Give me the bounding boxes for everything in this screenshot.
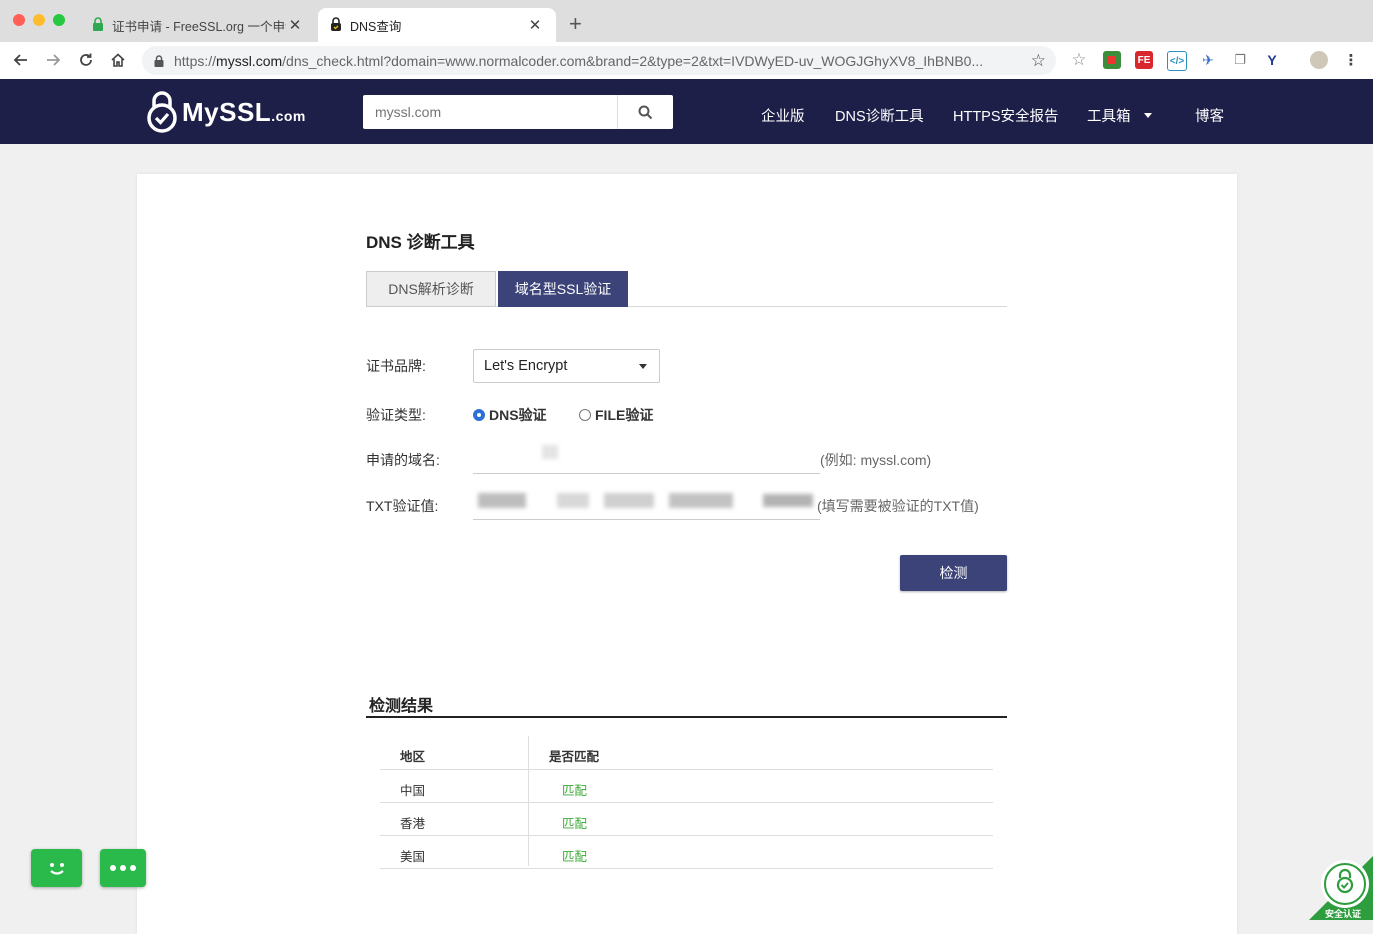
tab-dns-resolve[interactable]: DNS解析诊断	[366, 271, 496, 307]
site-logo[interactable]: MySSL.com	[146, 91, 306, 133]
arrow-right-icon	[47, 54, 61, 66]
badge-text: 安全认证	[1325, 909, 1362, 919]
site-search	[363, 95, 673, 129]
nav-enterprise[interactable]: 企业版	[761, 105, 805, 126]
chevron-down-icon[interactable]	[1144, 113, 1152, 118]
bookmarks-star-icon[interactable]: ☆	[1070, 50, 1088, 69]
nav-toolbox[interactable]: 工具箱	[1087, 105, 1131, 126]
tab-title: DNS查询	[350, 19, 402, 34]
reload-icon	[80, 53, 92, 66]
site-search-button[interactable]	[616, 95, 673, 129]
nav-dns-tool[interactable]: DNS诊断工具	[835, 105, 924, 126]
window-minimize-button[interactable]	[33, 14, 45, 26]
arrow-left-icon	[13, 54, 27, 66]
table-row: 中国 匹配	[380, 770, 993, 803]
window-close-button[interactable]	[13, 14, 25, 26]
browser-tab-dns[interactable]: DNS查询 ✕	[318, 8, 556, 42]
lock-favicon-icon	[92, 16, 104, 34]
page-title: DNS 诊断工具	[366, 233, 475, 252]
forward-button[interactable]	[42, 49, 64, 71]
myssl-favicon-icon	[330, 16, 342, 34]
match-status: 匹配	[562, 850, 588, 864]
nav-blog[interactable]: 博客	[1195, 105, 1224, 126]
new-tab-button[interactable]: +	[569, 12, 582, 36]
radio-unchecked-icon[interactable]	[579, 409, 591, 421]
tab-close-icon[interactable]: ✕	[286, 16, 304, 34]
home-icon	[111, 53, 125, 67]
chatbot-button[interactable]	[31, 849, 82, 887]
browser-tab-bar: 证书申请 - FreeSSL.org 一个申请 ✕ DNS查询 ✕ +	[0, 0, 1373, 42]
url-text[interactable]: https://myssl.com/dns_check.html?domain=…	[174, 53, 1014, 69]
extension-window-icon[interactable]: ❐	[1231, 51, 1249, 69]
extension-y-icon[interactable]: Y	[1263, 51, 1281, 69]
table-row: 美国 匹配	[380, 836, 993, 869]
tab-ssl-verify[interactable]: 域名型SSL验证	[498, 271, 628, 307]
chat-dots-icon	[110, 865, 136, 871]
check-button[interactable]: 检测	[900, 555, 1007, 591]
redacted-domain	[542, 445, 558, 459]
site-header: MySSL.com 企业版 DNS诊断工具 HTTPS安全报告 工具箱 博客	[0, 79, 1373, 144]
lock-logo-icon	[147, 91, 177, 133]
profile-avatar[interactable]	[1310, 51, 1328, 69]
tab-title: 证书申请 - FreeSSL.org 一个申请	[112, 19, 286, 34]
extension-plane-icon[interactable]: ✈	[1199, 51, 1217, 69]
type-label: 验证类型:	[366, 407, 426, 423]
site-search-input[interactable]	[363, 95, 617, 129]
txt-hint: (填写需要被验证的TXT值)	[817, 498, 979, 514]
match-status: 匹配	[562, 784, 588, 798]
redacted-txt	[669, 493, 733, 508]
browser-tab-freessl[interactable]: 证书申请 - FreeSSL.org 一个申请 ✕	[80, 8, 316, 42]
table-row: 香港 匹配	[380, 803, 993, 836]
reload-button[interactable]	[75, 49, 97, 71]
results-title: 检测结果	[369, 698, 434, 715]
domain-label: 申请的域名:	[366, 452, 440, 468]
radio-dns[interactable]: DNS验证	[473, 405, 547, 425]
tab-close-icon[interactable]: ✕	[526, 16, 544, 34]
redacted-txt	[604, 493, 654, 508]
menu-kebab-icon[interactable]: ⋮	[1342, 51, 1360, 69]
radio-checked-icon[interactable]	[473, 409, 485, 421]
domain-input[interactable]	[473, 438, 820, 474]
extension-code-icon[interactable]: </>	[1167, 51, 1187, 71]
redacted-txt	[478, 493, 526, 508]
extension-colorful-icon[interactable]	[1103, 51, 1121, 69]
bookmark-star-icon[interactable]: ☆	[1031, 51, 1046, 71]
back-button[interactable]	[10, 49, 32, 71]
home-button[interactable]	[107, 49, 129, 71]
table-header-row: 地区 是否匹配	[380, 736, 993, 770]
lock-icon[interactable]	[152, 54, 166, 67]
brand-label: 证书品牌:	[366, 358, 426, 374]
caret-down-icon	[639, 364, 647, 369]
redacted-txt	[763, 494, 813, 507]
address-bar[interactable]: https://myssl.com/dns_check.html?domain=…	[142, 46, 1056, 75]
nav-https-report[interactable]: HTTPS安全报告	[953, 105, 1059, 126]
txt-label: TXT验证值:	[366, 498, 439, 514]
brand-select-value: Let's Encrypt	[484, 358, 568, 374]
extension-fe-icon[interactable]: FE	[1135, 51, 1153, 69]
search-icon	[638, 105, 652, 119]
security-badge[interactable]: 安全认证	[1309, 856, 1373, 920]
column-region: 地区	[400, 750, 426, 764]
column-match: 是否匹配	[549, 750, 600, 764]
chat-button[interactable]	[100, 849, 146, 887]
browser-toolbar: https://myssl.com/dns_check.html?domain=…	[0, 42, 1373, 80]
results-table: 地区 是否匹配 中国 匹配 香港 匹配 美国 匹配	[380, 736, 993, 869]
brand-select[interactable]: Let's Encrypt	[473, 349, 660, 383]
window-zoom-button[interactable]	[53, 14, 65, 26]
match-status: 匹配	[562, 817, 588, 831]
dns-tool-card: DNS 诊断工具 DNS解析诊断 域名型SSL验证 证书品牌: Let's En…	[137, 174, 1237, 934]
redacted-txt	[557, 493, 589, 508]
results-divider	[366, 716, 1007, 718]
bot-face-icon	[49, 863, 64, 875]
radio-file[interactable]: FILE验证	[579, 405, 653, 425]
domain-hint: (例如: myssl.com)	[820, 452, 932, 468]
